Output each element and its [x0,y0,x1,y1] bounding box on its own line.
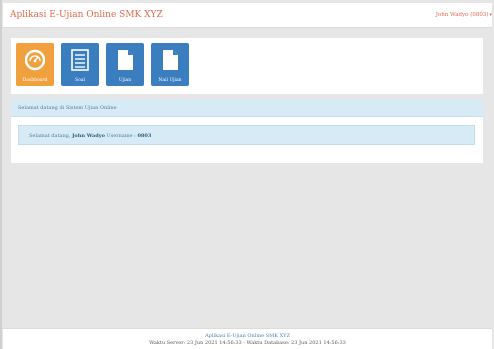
welcome-panel: Selamat datang di Sistem Ujian Online Se… [11,99,483,163]
user-menu-label: John Wadyo (0803) [435,12,489,18]
app-title[interactable]: Aplikasi E-Ujian Online SMK XYZ [10,10,163,20]
tile-nilai-ujian[interactable]: Nail Ujian [151,43,189,86]
footer: Aplikasi E-Ujian Online SMK XYZ Waktu Se… [3,328,492,349]
username-label: Username : [106,133,136,139]
document-icon [118,50,133,70]
footer-server-time: Waktu Server: 23 Jun 2021 14:56:33 - Wak… [149,340,346,346]
menu-panel: Dashboard Soal Ujian Nail Ujian [11,38,483,94]
tile-soal[interactable]: Soal [61,43,99,86]
tile-nilai-ujian-label: Nail Ujian [158,78,182,83]
window-edge [0,0,2,349]
document-icon [163,50,178,70]
caret-down-icon: ▾ [489,12,492,18]
top-navbar: Aplikasi E-Ujian Online SMK XYZ John Wad… [3,3,492,28]
welcome-prefix: Selamat datang, [29,133,71,139]
tile-soal-label: Soal [75,78,85,83]
list-icon [71,49,89,71]
tile-dashboard-label: Dashboard [22,78,48,83]
tile-ujian-label: Ujian [118,78,132,83]
welcome-heading: Selamat datang di Sistem Ujian Online [11,99,483,117]
user-menu[interactable]: John Wadyo (0803)▾ [436,12,492,18]
tile-ujian[interactable]: Ujian [106,43,144,86]
dashboard-gauge-icon [25,49,45,71]
footer-app-name: Aplikasi E-Ujian Online SMK XYZ [205,333,290,339]
username-value: 0803 [137,133,152,139]
tile-dashboard[interactable]: Dashboard [16,43,54,86]
user-name: John Wadyo [72,133,105,139]
welcome-alert: Selamat datang, John Wadyo Username : 08… [18,125,475,145]
